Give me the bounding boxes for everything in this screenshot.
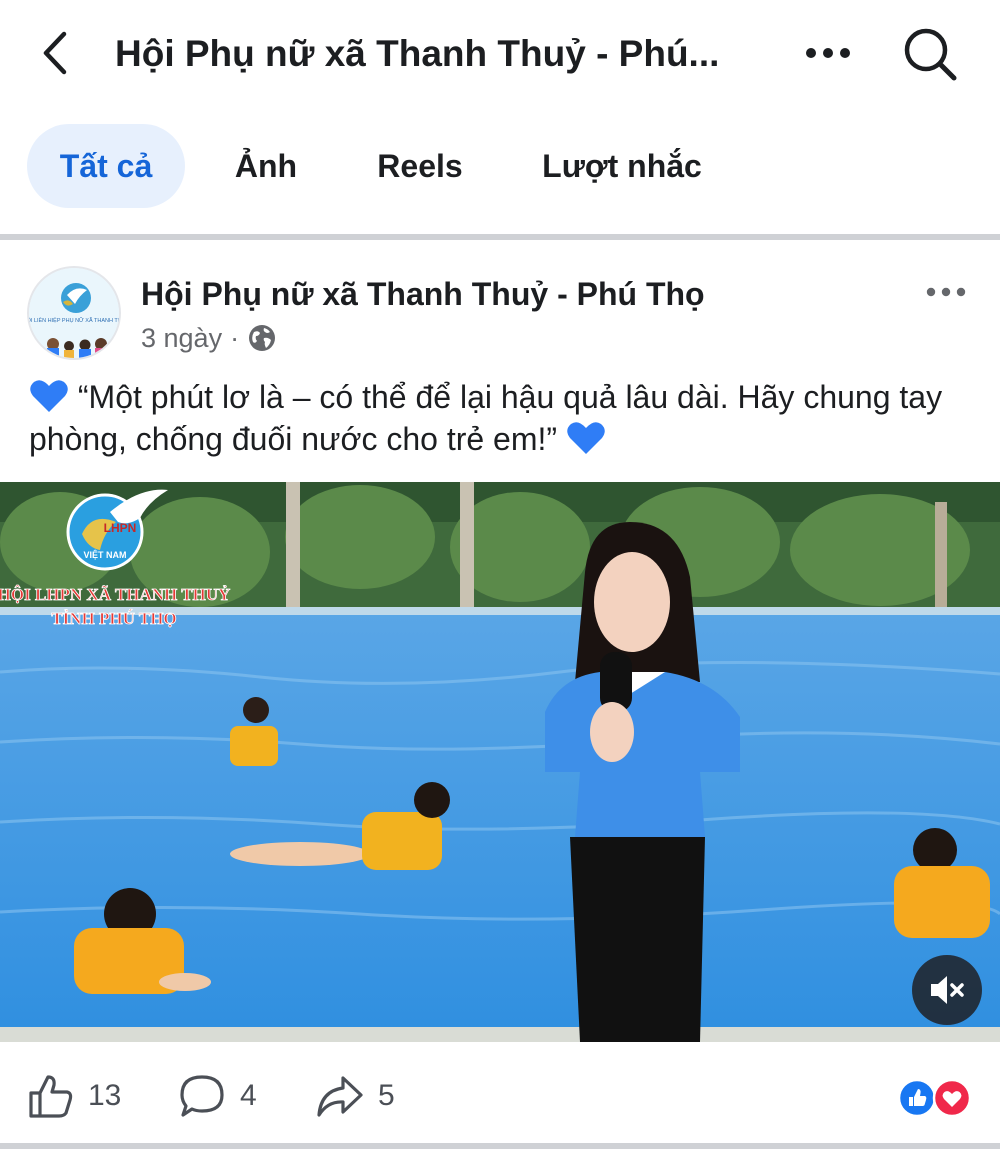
share-button[interactable]: 5 <box>316 1071 395 1121</box>
bottom-divider <box>0 1143 1000 1149</box>
top-bar: Hội Phụ nữ xã Thanh Thuỷ - Phú... <box>0 0 1000 110</box>
post-author-name[interactable]: Hội Phụ nữ xã Thanh Thuỷ - Phú Thọ <box>141 272 901 316</box>
overlay-line-1: HỘI LHPN XÃ THANH THUỶ <box>0 585 230 604</box>
post-options-button[interactable] <box>920 272 972 312</box>
author-avatar[interactable]: HỘI LIÊN HIỆP PHỤ NỮ XÃ THANH THUỶ <box>27 266 121 360</box>
comment-count: 4 <box>240 1079 257 1112</box>
more-options-button[interactable] <box>800 30 856 76</box>
more-horizontal-icon <box>926 287 966 297</box>
share-icon <box>317 1076 363 1117</box>
like-count: 13 <box>88 1079 122 1112</box>
logo-text: LHPN <box>104 521 137 535</box>
reaction-icons <box>897 1078 972 1118</box>
reaction-summary[interactable] <box>897 1078 973 1118</box>
tab-mentions[interactable]: Lượt nhắc <box>520 124 724 208</box>
post-actions: 13 4 5 <box>0 1055 1000 1137</box>
post-time[interactable]: 3 ngày <box>141 323 222 354</box>
share-count: 5 <box>378 1079 395 1112</box>
speaker-muted-icon <box>931 976 964 1004</box>
tab-photos[interactable]: Ảnh <box>210 124 322 208</box>
tab-reels[interactable]: Reels <box>352 124 488 208</box>
comment-icon <box>180 1075 224 1117</box>
post-meta: 3 ngày · <box>141 318 277 358</box>
avatar-logo-text: HỘI LIÊN HIỆP PHỤ NỮ XÃ THANH THUỶ <box>29 316 121 324</box>
logo-country: VIỆT NAM <box>83 549 126 560</box>
more-horizontal-icon <box>806 48 850 58</box>
search-button[interactable] <box>898 22 962 86</box>
tab-all[interactable]: Tất cả <box>27 124 185 208</box>
like-button[interactable]: 13 <box>28 1071 121 1121</box>
section-divider <box>0 234 1000 240</box>
mute-button[interactable] <box>912 955 982 1025</box>
organization-logo-icon: HỘI LIÊN HIỆP PHỤ NỮ XÃ THANH THUỶ <box>29 268 121 358</box>
back-button[interactable] <box>30 28 80 78</box>
blue-heart-icon <box>30 380 68 412</box>
chevron-left-icon <box>43 31 67 75</box>
blue-heart-icon <box>567 422 605 454</box>
post-text: “Một phút lơ là – có thể để lại hậu quả … <box>29 379 943 457</box>
meta-separator: · <box>230 322 240 353</box>
post-video[interactable]: LHPN VIỆT NAM HỘI LHPN XÃ THANH THUỶ TỈN… <box>0 482 1000 1042</box>
comment-button[interactable]: 4 <box>178 1071 257 1121</box>
video-frame: LHPN VIỆT NAM HỘI LHPN XÃ THANH THUỶ TỈN… <box>0 482 1000 1042</box>
post-body: “Một phút lơ là – có thể để lại hậu quả … <box>29 376 979 460</box>
thumbs-up-icon <box>29 1075 73 1118</box>
search-icon <box>904 28 957 81</box>
page-title: Hội Phụ nữ xã Thanh Thuỷ - Phú... <box>115 33 720 74</box>
filter-tabs: Tất cả Ảnh Reels Lượt nhắc <box>0 120 1000 212</box>
globe-icon <box>249 325 276 351</box>
overlay-line-2: TỈNH PHÚ THỌ <box>51 609 176 628</box>
